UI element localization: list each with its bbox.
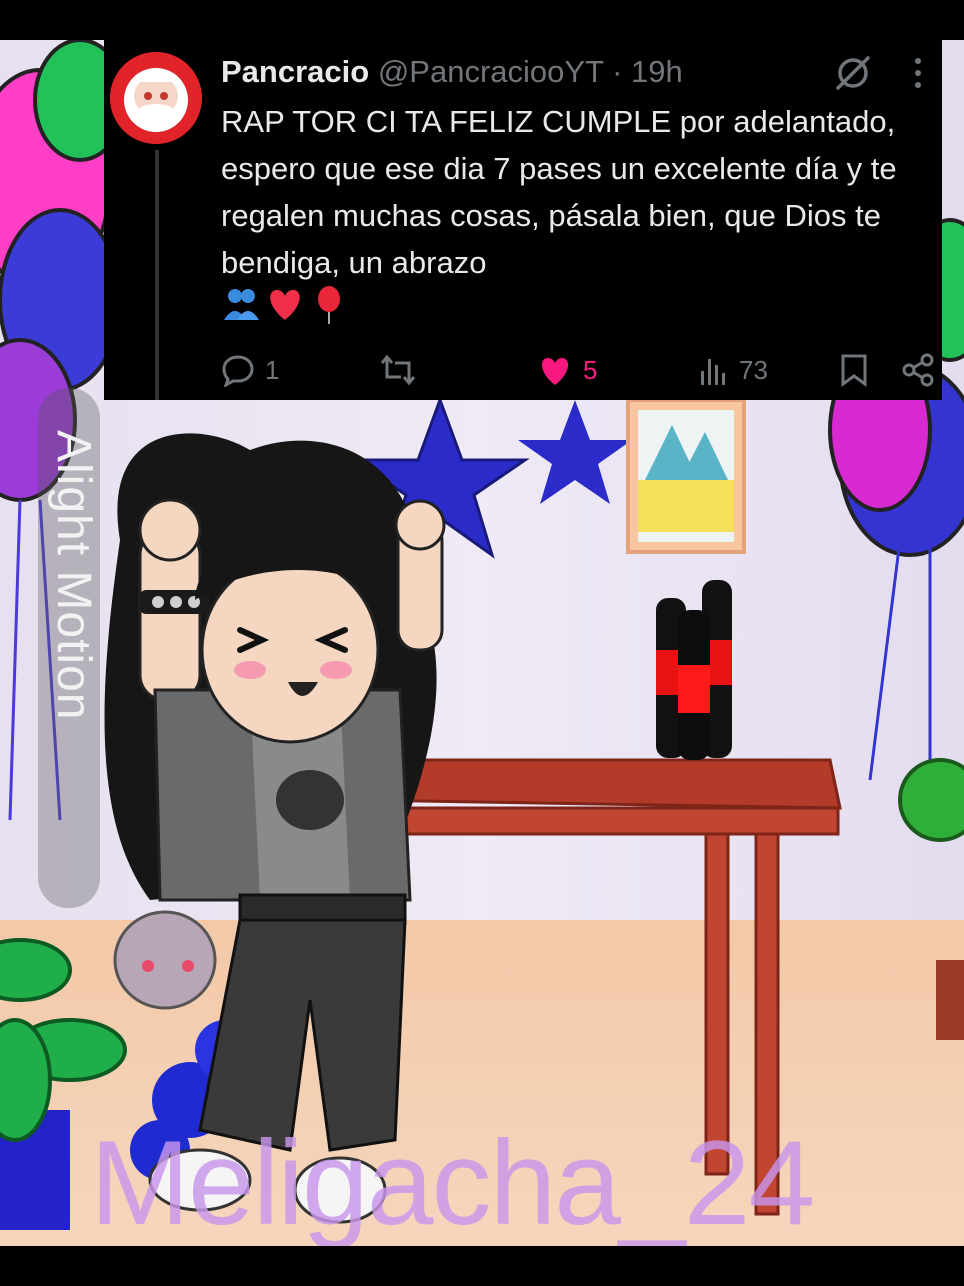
tweet-header: Pancracio @PancraciooYT · 19h	[221, 54, 683, 90]
red-heart-emoji-icon	[265, 284, 305, 324]
more-options-icon[interactable]	[908, 56, 928, 90]
avatar[interactable]	[110, 52, 202, 144]
view-count: 73	[739, 354, 768, 385]
alight-motion-watermark: Alight Motion	[47, 430, 100, 721]
bottles-icon	[656, 580, 732, 760]
tweet-time[interactable]: 19h	[631, 54, 683, 89]
bookmark-button[interactable]	[839, 348, 869, 392]
grok-icon[interactable]	[834, 54, 872, 92]
views-chart-icon	[701, 359, 725, 385]
star-icon	[518, 400, 632, 504]
share-icon	[902, 353, 934, 387]
tweet-body: RAP TOR CI TA FELIZ CUMPLE por adelantad…	[221, 104, 897, 280]
reply-count: 1	[265, 354, 280, 385]
retweet-button[interactable]	[379, 348, 427, 392]
reply-button[interactable]: 1	[221, 348, 279, 392]
thread-line	[155, 150, 159, 400]
plant-right-icon	[898, 758, 964, 1040]
cat-plush-icon	[113, 910, 217, 1010]
picture-frame-icon	[626, 398, 746, 554]
people-hugging-emoji-icon	[221, 284, 261, 324]
views-button[interactable]: 73	[699, 348, 768, 392]
header-separator: ·	[603, 54, 632, 89]
author-handle[interactable]: @PancraciooYT	[378, 54, 604, 89]
reply-icon	[222, 355, 254, 387]
creator-signature: Meligacha_24	[90, 1116, 815, 1250]
tweet-card[interactable]: Pancracio @PancraciooYT · 19h RAP TOR CI…	[104, 40, 942, 400]
video-frame: { "tweet": { "author_name": "Pancracio",…	[0, 0, 964, 1286]
balloon-emoji-icon	[309, 284, 349, 324]
bookmark-icon	[841, 354, 867, 387]
heart-filled-icon	[541, 358, 569, 385]
author-name[interactable]: Pancracio	[221, 54, 369, 89]
like-button[interactable]: 5	[537, 348, 597, 392]
bottom-letterbox	[0, 1246, 964, 1286]
retweet-icon	[380, 354, 416, 386]
share-button[interactable]	[901, 348, 935, 392]
like-count: 5	[583, 354, 598, 385]
tweet-actions: 1 5 73	[221, 348, 936, 392]
emoji-row	[221, 284, 349, 328]
top-letterbox	[0, 0, 964, 40]
avatar-santa-icon	[110, 52, 202, 144]
